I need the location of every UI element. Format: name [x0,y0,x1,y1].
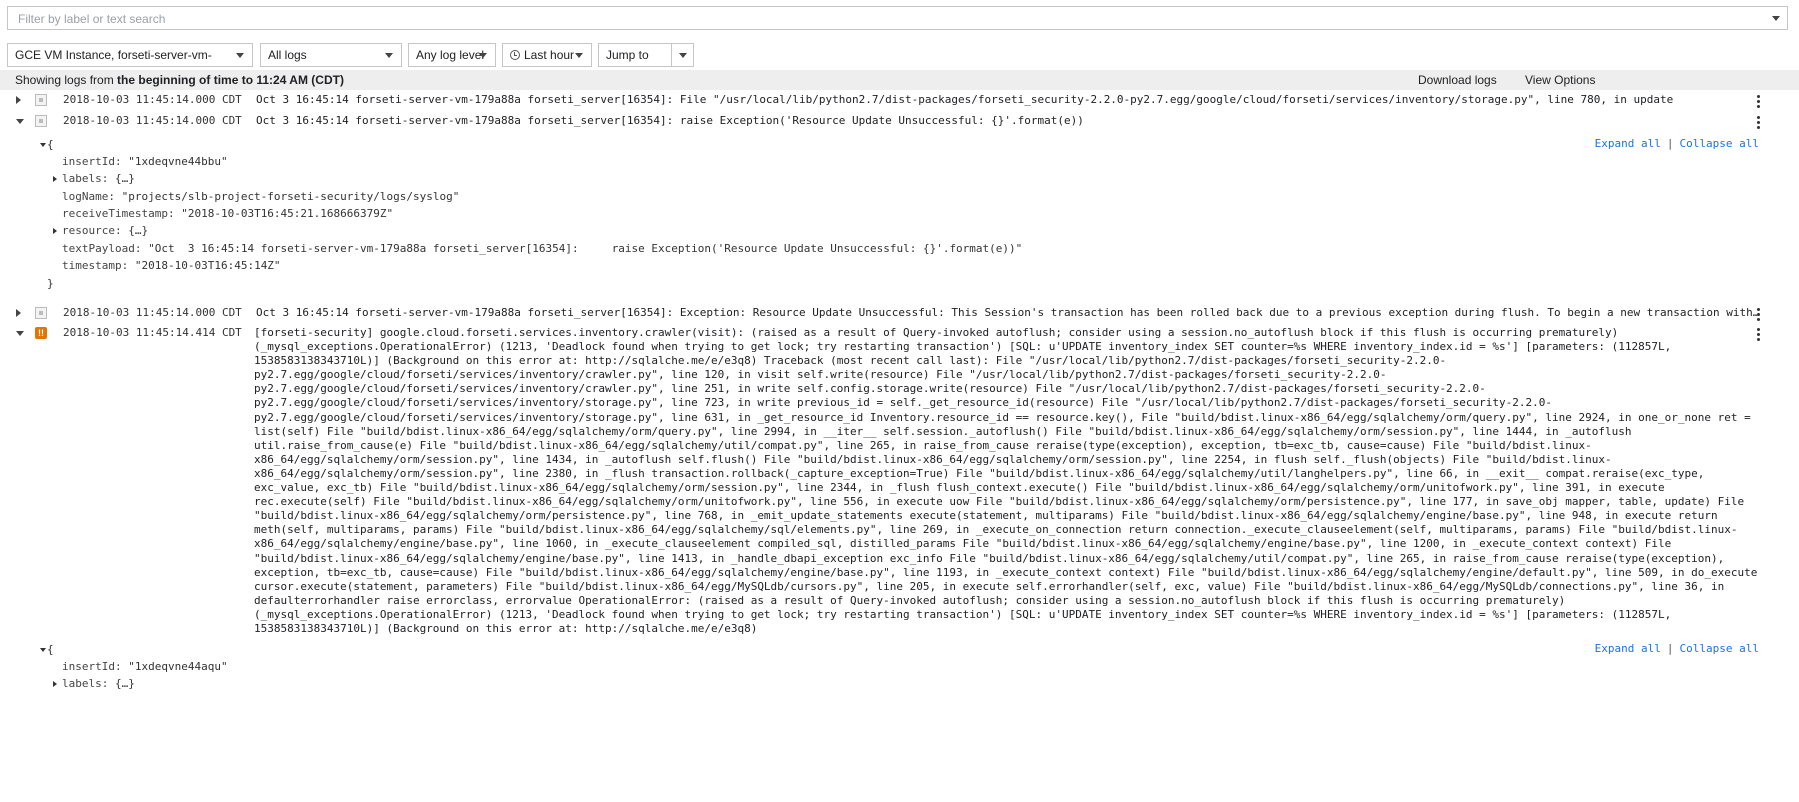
json-field-textpayload: textPayload: "Oct 3 16:45:14 forseti-ser… [62,242,1023,255]
expand-all-link[interactable]: Expand all [1595,137,1661,150]
log-entry[interactable]: 2018-10-03 11:45:14.000 CDT Oct 3 16:45:… [0,111,1799,131]
json-field-insertid: insertId: "1xdeqvne44aqu" [62,660,228,673]
logs-selector[interactable]: All logs [260,43,402,67]
expand-row-icon[interactable] [16,96,21,104]
collapse-row-icon[interactable] [16,119,24,124]
chevron-down-icon [236,53,244,58]
collapse-json-icon[interactable] [40,648,46,652]
more-options-icon[interactable] [1757,308,1761,323]
time-range-label: Last hour [524,48,575,62]
download-logs-button[interactable]: Download logs [1418,70,1497,90]
log-level-selector[interactable]: Any log level [408,43,496,67]
log-entry-detail: { insertId: "1xdeqvne44bbu" labels: {…} … [0,136,1799,298]
time-range-selector[interactable]: Last hour [502,43,592,67]
collapse-row-icon[interactable] [16,331,24,336]
log-timestamp: 2018-10-03 11:45:14.000 CDT [63,93,242,106]
chevron-down-icon [575,53,583,58]
expand-row-icon[interactable] [16,309,21,317]
json-open-brace: { [47,138,54,151]
severity-default-icon [35,115,47,127]
severity-default-icon [35,94,47,106]
json-open-brace: { [47,643,54,656]
chevron-down-icon [479,53,487,58]
log-entry[interactable]: 2018-10-03 11:45:14.000 CDT Oct 3 16:45:… [0,90,1799,110]
collapse-all-link[interactable]: Collapse all [1680,137,1759,150]
log-timestamp: 2018-10-03 11:45:14.414 CDT [63,326,242,339]
filter-dropdown-icon[interactable] [1772,16,1780,21]
log-message: Oct 3 16:45:14 forseti-server-vm-179a88a… [256,306,1761,319]
log-message: Oct 3 16:45:14 forseti-server-vm-179a88a… [256,93,1674,106]
expand-collapse-controls: Expand all | Collapse all [1594,137,1759,150]
json-field-insertid: insertId: "1xdeqvne44bbu" [62,155,228,168]
more-options-icon[interactable] [1757,116,1761,131]
log-timestamp: 2018-10-03 11:45:14.000 CDT [63,306,242,319]
json-field-labels: labels: {…} [62,677,135,690]
log-entry-detail: { insertId: "1xdeqvne44aqu" labels: {…} … [0,641,1799,701]
status-bar: Showing logs from the beginning of time … [0,70,1799,90]
logs-selector-label: All logs [268,48,307,62]
json-field-receivetimestamp: receiveTimestamp: "2018-10-03T16:45:21.1… [62,207,394,220]
chevron-down-icon [679,53,687,58]
json-close-brace: } [47,277,54,290]
log-timestamp: 2018-10-03 11:45:14.000 CDT [63,114,242,127]
json-field-timestamp: timestamp: "2018-10-03T16:45:14Z" [62,259,281,272]
log-message: Oct 3 16:45:14 forseti-server-vm-179a88a… [256,114,1084,127]
status-message: Showing logs from the beginning of time … [15,73,344,87]
expand-resource-icon[interactable] [53,228,57,234]
status-range: the beginning of time to 11:24 AM (CDT) [117,73,344,87]
collapse-all-link[interactable]: Collapse all [1680,642,1759,655]
clock-icon [510,50,520,60]
resource-selector[interactable]: GCE VM Instance, forseti-server-vm-179a8… [7,43,253,84]
severity-default-icon [35,307,47,319]
filter-input[interactable] [16,8,1760,30]
expand-collapse-controls: Expand all | Collapse all [1594,642,1759,655]
json-field-resource: resource: {…} [62,224,149,237]
view-options-button[interactable]: View Options [1525,70,1595,90]
chevron-down-icon [385,53,393,58]
json-field-labels: labels: {…} [62,172,135,185]
filter-bar[interactable] [7,6,1788,30]
log-message-full: [forseti-security] google.cloud.forseti.… [254,326,1758,635]
log-level-label: Any log level [416,48,485,62]
jump-options-dropdown[interactable] [671,43,694,67]
expand-labels-icon[interactable] [53,176,57,182]
jump-to-now-button[interactable]: Jump to now [598,43,672,84]
collapse-json-icon[interactable] [40,143,46,147]
log-entry[interactable]: 2018-10-03 11:45:14.000 CDT Oct 3 16:45:… [0,303,1799,323]
json-field-logname: logName: "projects/slb-project-forseti-s… [62,190,460,203]
severity-error-icon: !! [35,327,47,339]
expand-all-link[interactable]: Expand all [1595,642,1661,655]
expand-labels-icon[interactable] [53,681,57,687]
more-options-icon[interactable] [1757,95,1761,110]
